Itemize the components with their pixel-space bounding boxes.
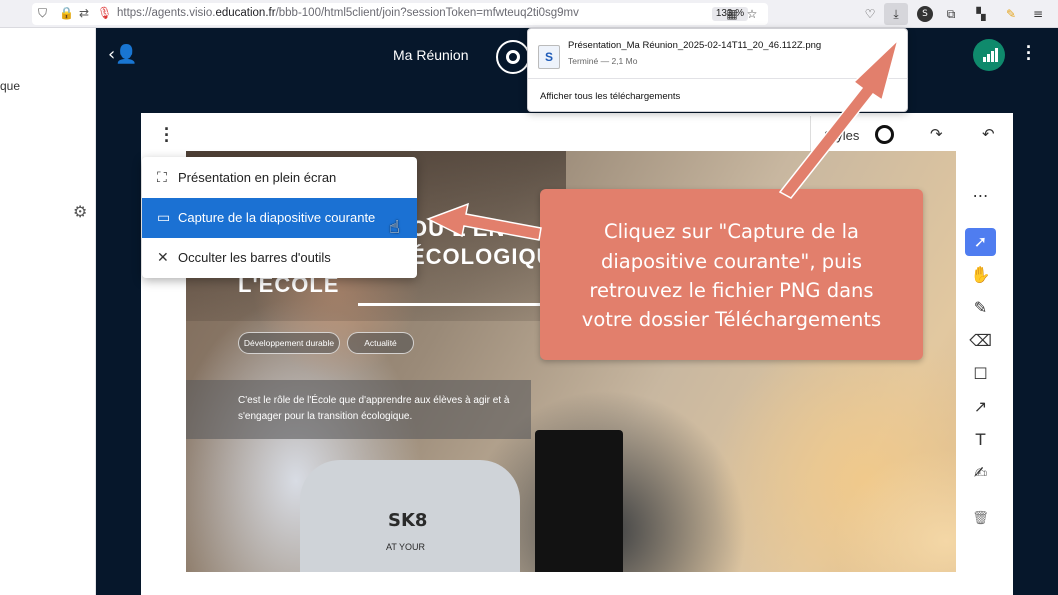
toolbar-divider bbox=[810, 116, 811, 152]
menu-item-hide-toolbars[interactable]: ✕ Occulter les barres d'outils bbox=[142, 238, 417, 278]
styles-label[interactable]: Styles bbox=[824, 128, 859, 143]
download-divider bbox=[528, 78, 907, 79]
slide-tag: Développement durable bbox=[238, 332, 340, 354]
download-status: Terminé — 2,1 Mo bbox=[568, 56, 638, 66]
slide-plant-pot bbox=[535, 430, 623, 572]
slide-text-line2: s'engager pour la transition écologique. bbox=[238, 411, 413, 422]
whiteboard-toolbar bbox=[958, 170, 1004, 548]
download-icon: ⤓ bbox=[893, 7, 899, 21]
slide-text-line1: C'est le rôle de l'École que d'apprendre… bbox=[238, 395, 510, 406]
slide-tag: Actualité bbox=[347, 332, 414, 354]
text-icon[interactable]: T bbox=[965, 426, 996, 454]
menu-icon[interactable]: ≡ bbox=[1030, 6, 1046, 22]
slide-shirt-subtext: AT YOUR bbox=[386, 542, 426, 552]
more-icon[interactable]: ⋯ bbox=[965, 182, 996, 210]
slide-title-line1: OU L'EN bbox=[410, 216, 506, 241]
permissions-icon[interactable]: ⇄ bbox=[79, 6, 89, 20]
left-panel bbox=[0, 28, 96, 595]
apps-icon[interactable]: ▚ bbox=[973, 6, 989, 22]
eraser-icon[interactable]: ⌫ bbox=[965, 327, 996, 355]
downloads-panel: S Présentation_Ma Réunion_2025-02-14T11_… bbox=[527, 28, 908, 112]
qr-icon[interactable]: ▦ bbox=[724, 6, 740, 22]
menu-item-label: Capture de la diapositive courante bbox=[178, 210, 376, 225]
select-icon[interactable]: ➚ bbox=[965, 228, 996, 256]
record-icon bbox=[506, 50, 520, 64]
delete-icon[interactable]: 🗑 bbox=[965, 505, 996, 533]
callout-line2: diapositive courante", puis bbox=[600, 250, 863, 273]
url-bar[interactable]: ⛉ 🔒 ⇄ 🎙 https://agents.visio.education.f… bbox=[32, 3, 768, 25]
arrow-icon[interactable]: ↗ bbox=[965, 393, 996, 421]
download-file-name[interactable]: Présentation_Ma Réunion_2025-02-14T11_20… bbox=[568, 40, 821, 51]
url-text[interactable]: https://agents.visio.education.fr/bbb-10… bbox=[117, 7, 579, 19]
menu-item-label: Occulter les barres d'outils bbox=[178, 250, 331, 265]
bookmark-star-icon[interactable]: ☆ bbox=[744, 6, 760, 22]
url-suffix: /bbb-100/html5client/join?sessionToken=m… bbox=[275, 7, 579, 19]
close-icon: ✕ bbox=[157, 250, 169, 266]
camera-icon: ▭ bbox=[157, 210, 171, 226]
fullscreen-icon: ⛶ bbox=[157, 170, 167, 186]
rectangle-icon[interactable]: ☐ bbox=[965, 360, 996, 388]
meeting-title: Ma Réunion bbox=[393, 47, 469, 63]
callout-line3: retrouvez le fichier PNG dans bbox=[589, 279, 874, 302]
menu-item-fullscreen[interactable]: ⛶ Présentation en plein écran bbox=[142, 158, 417, 198]
callout-line4: votre dossier Téléchargements bbox=[581, 308, 882, 331]
shield-icon[interactable]: ⛉ bbox=[38, 6, 47, 21]
slide-text-box bbox=[186, 380, 531, 439]
callout-line1: Cliquez sur "Capture de la bbox=[604, 220, 859, 243]
tutorial-callout bbox=[540, 189, 923, 360]
menu-item-label: Présentation en plein écran bbox=[178, 170, 337, 185]
slide-underline bbox=[358, 303, 548, 306]
options-menu-icon[interactable]: · · · bbox=[1024, 38, 1034, 68]
presentation-options-icon[interactable]: · · · bbox=[162, 120, 172, 150]
show-all-downloads-link[interactable]: Afficher tous les téléchargements bbox=[540, 91, 680, 102]
url-prefix: https://agents.visio. bbox=[117, 7, 216, 19]
hand-icon[interactable]: ✋ bbox=[965, 261, 996, 289]
account-icon[interactable]: S bbox=[917, 6, 933, 22]
record-button[interactable] bbox=[496, 40, 530, 74]
url-domain: education.fr bbox=[215, 7, 276, 19]
note-icon[interactable]: ✍ bbox=[965, 459, 996, 487]
undo-icon[interactable]: ↶ bbox=[982, 125, 995, 143]
signal-bars-icon bbox=[983, 48, 998, 62]
slide-shirt-text: SK8 bbox=[388, 510, 428, 531]
extensions-icon[interactable]: ⧉ bbox=[943, 6, 959, 22]
lock-icon[interactable]: 🔒 bbox=[59, 6, 74, 20]
left-panel-text: que bbox=[0, 79, 21, 93]
brush-icon[interactable]: ✎ bbox=[1003, 6, 1019, 22]
redo-icon[interactable]: ↷ bbox=[930, 125, 943, 143]
pocket-icon[interactable]: ♡ bbox=[862, 6, 878, 22]
microphone-icon[interactable]: 🎙 bbox=[97, 6, 112, 20]
user-list-toggle-icon[interactable]: ‹👤 bbox=[108, 44, 138, 65]
gear-icon[interactable]: ⚙ bbox=[73, 202, 87, 221]
styles-circle-icon[interactable] bbox=[875, 125, 894, 144]
hand-cursor-icon: ☝ bbox=[389, 217, 400, 238]
download-file-icon: S bbox=[538, 45, 560, 69]
connection-status-button[interactable] bbox=[973, 39, 1005, 71]
menu-item-capture-slide[interactable]: ▭ Capture de la diapositive courante bbox=[142, 198, 417, 238]
pencil-icon[interactable]: ✎ bbox=[965, 294, 996, 322]
